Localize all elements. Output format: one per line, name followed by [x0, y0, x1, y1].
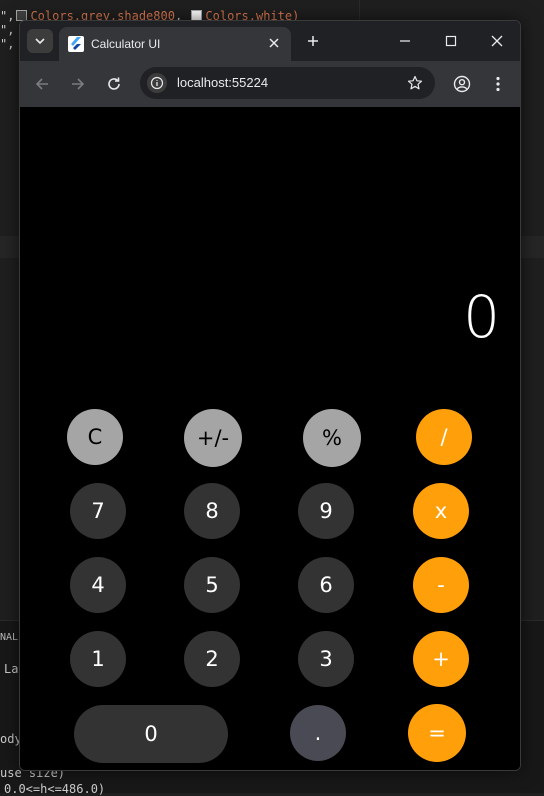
tab-calculator[interactable]: Calculator UI	[59, 27, 291, 61]
key-7[interactable]: 7	[70, 483, 126, 539]
plus-icon	[308, 36, 318, 46]
new-tab-button[interactable]	[302, 30, 324, 52]
key-2[interactable]: 2	[184, 631, 240, 687]
key-divide[interactable]: /	[416, 409, 472, 465]
key-multiply[interactable]: x	[413, 483, 469, 539]
browser-window: Calculator UI localhost:55224 0 C +/- % …	[19, 20, 521, 771]
key-8[interactable]: 8	[184, 483, 240, 539]
account-circle-icon	[453, 75, 471, 93]
maximize-icon	[445, 35, 457, 47]
panel-tab-label[interactable]: NAL	[0, 632, 18, 643]
profile-button[interactable]	[449, 71, 475, 97]
reload-button[interactable]	[101, 71, 127, 97]
key-0[interactable]: 0	[74, 705, 228, 763]
key-clear[interactable]: C	[67, 409, 123, 465]
tab-strip: Calculator UI	[20, 21, 520, 61]
window-close-button[interactable]	[484, 29, 510, 53]
editor-code-line: ",	[0, 23, 15, 37]
browser-toolbar: localhost:55224	[20, 61, 520, 107]
calculator-app: 0 C +/- % / 7 8 9 x 4 5 6 - 1 2 3 + 0 . …	[20, 107, 520, 770]
panel-text: 0.0<=h<=486.0)	[4, 782, 106, 796]
minimize-icon	[400, 40, 410, 42]
key-percent[interactable]: %	[303, 409, 361, 467]
star-icon	[407, 75, 423, 90]
key-3[interactable]: 3	[298, 631, 354, 687]
chevron-down-icon	[35, 38, 45, 45]
menu-button[interactable]	[485, 71, 511, 97]
tab-title: Calculator UI	[91, 37, 161, 51]
back-button[interactable]	[29, 71, 55, 97]
more-vertical-icon	[496, 76, 500, 92]
arrow-right-icon	[72, 78, 85, 90]
reload-icon	[108, 77, 120, 90]
key-decimal[interactable]: .	[290, 705, 346, 761]
site-info-button[interactable]	[147, 73, 167, 93]
arrow-left-icon	[35, 78, 48, 90]
key-4[interactable]: 4	[70, 557, 126, 613]
key-6[interactable]: 6	[298, 557, 354, 613]
editor-code-line: ",	[0, 37, 15, 51]
forward-button[interactable]	[65, 71, 91, 97]
key-1[interactable]: 1	[70, 631, 126, 687]
key-add[interactable]: +	[413, 631, 469, 687]
close-icon	[491, 35, 503, 47]
key-plus-minus[interactable]: +/-	[184, 409, 242, 467]
flutter-logo-icon	[68, 36, 84, 52]
maximize-button[interactable]	[438, 29, 464, 53]
editor-code-prefix: ",	[0, 9, 15, 23]
key-subtract[interactable]: -	[413, 557, 469, 613]
info-icon	[150, 76, 164, 90]
bookmark-button[interactable]	[404, 72, 426, 94]
calculator-display: 0	[463, 283, 500, 351]
url-text: localhost:55224	[177, 75, 269, 90]
close-icon	[269, 38, 279, 48]
address-bar[interactable]: localhost:55224	[140, 67, 435, 99]
tab-search-button[interactable]	[27, 29, 53, 53]
key-5[interactable]: 5	[184, 557, 240, 613]
key-equals[interactable]: =	[408, 704, 466, 762]
minimize-button[interactable]	[392, 29, 418, 53]
panel-text: La	[4, 662, 19, 676]
key-9[interactable]: 9	[298, 483, 354, 539]
tab-close-button[interactable]	[265, 34, 283, 52]
